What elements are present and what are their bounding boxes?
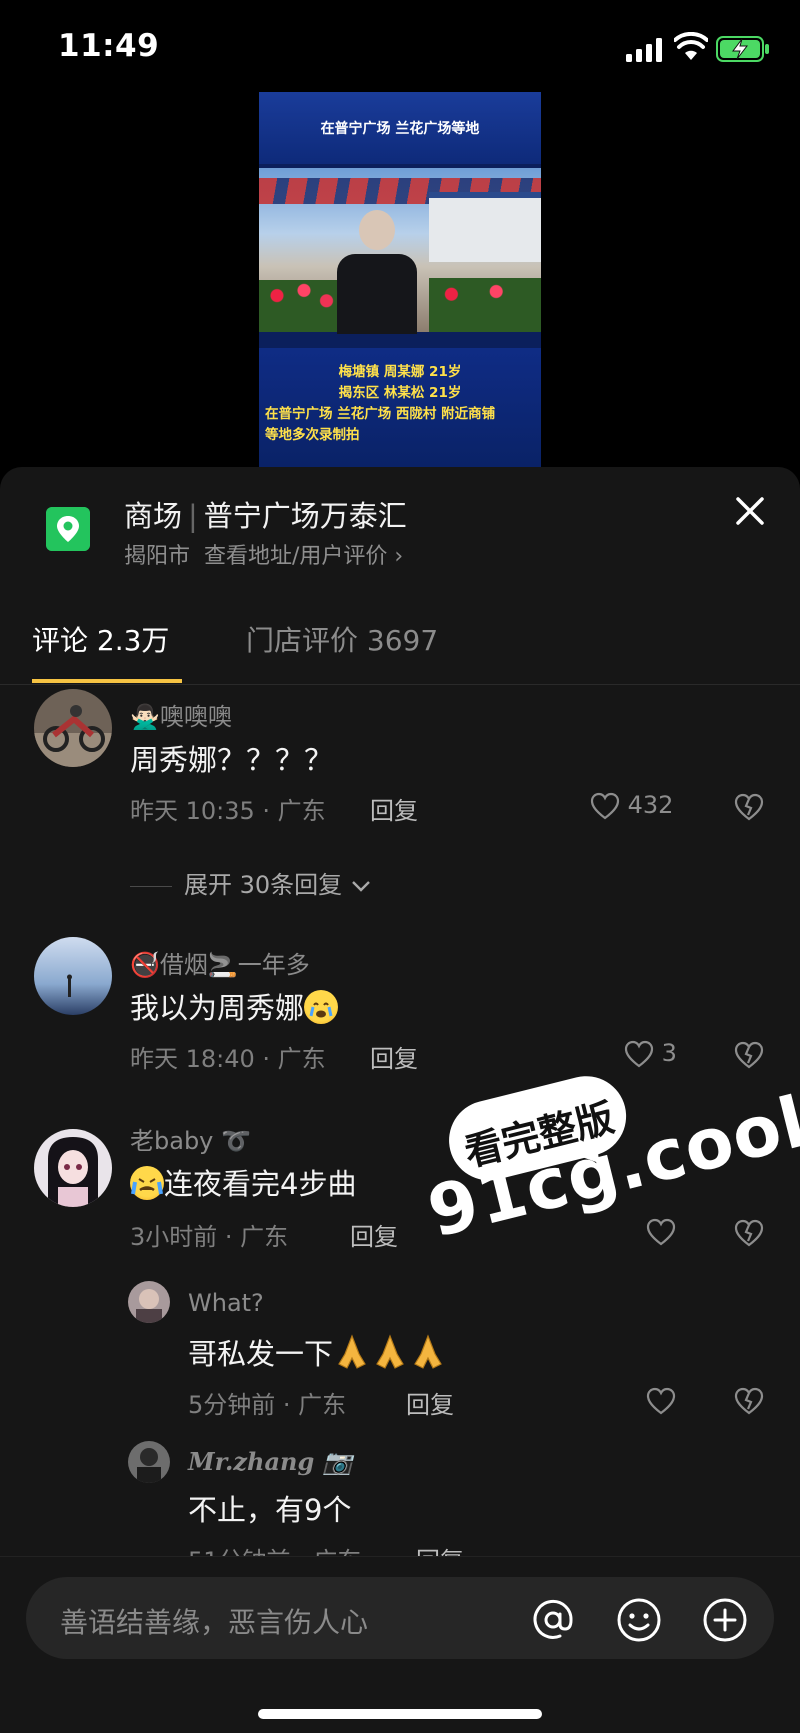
location-pin-icon — [46, 507, 90, 551]
comment-author[interactable]: 老baby ➰ — [130, 1121, 251, 1156]
avatar[interactable] — [34, 689, 112, 767]
folded-hands-emoji-icon — [409, 1334, 447, 1370]
comment-meta: 3小时前 · 广东 — [130, 1223, 289, 1251]
battery-charging-icon — [716, 36, 769, 62]
folded-hands-emoji-icon — [333, 1334, 371, 1370]
dislike-icon[interactable] — [734, 1387, 764, 1415]
tab-comments[interactable]: 评论 2.3万 — [32, 619, 169, 659]
reply-text-content: 哥私发一下 — [188, 1337, 334, 1371]
comment-input[interactable]: 善语结善缘，恶言伤人心 — [26, 1577, 774, 1659]
reply-meta: 5分钟前 · 广东 — [188, 1391, 347, 1419]
emoji-smile-icon[interactable] — [616, 1597, 662, 1643]
tab-store-reviews[interactable]: 门店评价 3697 — [246, 619, 438, 659]
location-name: 普宁广场万泰汇 — [203, 499, 407, 533]
reply-author[interactable]: What? — [188, 1289, 264, 1317]
avatar[interactable] — [34, 937, 112, 1015]
heart-icon — [590, 792, 620, 820]
active-tab-indicator — [32, 679, 182, 683]
folded-hands-emoji-icon — [371, 1334, 409, 1370]
heart-icon[interactable] — [646, 1387, 676, 1415]
tab-bar: 评论 2.3万 门店评价 3697 — [0, 599, 800, 685]
comment-text-content: 我以为周秀娜 — [130, 991, 305, 1025]
comment-author[interactable]: 🚭借烟🚬一年多 — [130, 945, 310, 980]
video-info-panel: 梅塘镇 周某娜 21岁 揭东区 林某松 21岁 在普宁广场 兰花广场 西陇村 附… — [259, 348, 541, 470]
expand-replies-label: 展开 30条回复 — [184, 871, 343, 899]
video-banner: 在普宁广场 兰花广场等地 — [259, 92, 541, 164]
reply-text: 哥私发一下 — [188, 1331, 447, 1373]
reply-text: 不止，有9个 — [188, 1493, 352, 1527]
dislike-icon[interactable] — [734, 793, 764, 821]
avatar[interactable] — [128, 1441, 170, 1483]
chevron-down-icon — [351, 881, 370, 892]
video-info-line: 在普宁广场 兰花广场 西陇村 附近商铺 — [265, 406, 496, 422]
dislike-icon[interactable] — [734, 1041, 764, 1069]
reply-button[interactable]: 回复 — [350, 1217, 398, 1252]
close-icon[interactable] — [730, 491, 770, 531]
like-button[interactable]: 432 — [590, 791, 673, 820]
video-caption: 在普宁广场 兰花广场等地 — [320, 121, 480, 137]
comment-input-placeholder: 善语结善缘，恶言伤人心 — [60, 1606, 369, 1639]
reply-button[interactable]: 回复 — [370, 1039, 418, 1074]
crying-face-emoji-icon — [304, 990, 339, 1024]
location-link[interactable]: 查看地址/用户评价 › — [204, 544, 403, 569]
divider — [130, 885, 172, 887]
heart-icon — [646, 1218, 676, 1246]
cellular-signal-icon — [626, 38, 662, 62]
like-button[interactable]: 3 — [624, 1039, 677, 1068]
video-info-line: 等地多次录制拍 — [265, 427, 360, 443]
comment-meta: 昨天 10:35 · 广东 — [130, 797, 326, 825]
add-plus-icon[interactable] — [702, 1597, 748, 1643]
comment-sheet: 商场 | 普宁广场万泰汇 揭阳市 查看地址/用户评价 › 评论 2.3万 门店评价 … — [0, 467, 800, 1733]
reply-button[interactable]: 回复 — [370, 791, 418, 826]
comment-text-content: 连夜看完4步曲 — [164, 1167, 357, 1201]
reply-author[interactable]: Mr.zhang 📷 — [188, 1447, 352, 1476]
reply-button[interactable]: 回复 — [406, 1385, 454, 1420]
status-time: 11:49 — [58, 28, 160, 64]
location-subtitle[interactable]: 揭阳市 查看地址/用户评价 › — [124, 538, 403, 570]
comment-text: 我以为周秀娜 — [130, 985, 339, 1027]
dislike-icon[interactable] — [734, 1219, 764, 1247]
comment-text: 周秀娜？？？？ — [130, 743, 334, 777]
video-info-line: 梅塘镇 周某娜 21岁 — [338, 364, 462, 380]
wifi-icon — [674, 32, 708, 60]
like-count: 3 — [661, 1039, 677, 1067]
like-count: 432 — [627, 791, 674, 819]
avatar[interactable] — [34, 1129, 112, 1207]
comment-input-bar: 善语结善缘，恶言伤人心 — [0, 1556, 800, 1733]
location-title[interactable]: 商场 | 普宁广场万泰汇 — [124, 493, 407, 535]
comment-author[interactable]: 🙅🏻‍♂️噢噢噢 — [130, 697, 232, 732]
location-city: 揭阳市 — [124, 544, 191, 569]
title-separator: | — [188, 499, 198, 533]
video-frame — [259, 168, 541, 334]
comment-text: 连夜看完4步曲 — [130, 1161, 356, 1203]
expand-replies-button[interactable]: 展开 30条回复 — [130, 865, 372, 900]
comment-meta: 昨天 18:40 · 广东 — [130, 1045, 326, 1073]
status-bar: 11:49 — [0, 0, 800, 100]
like-button[interactable] — [646, 1217, 676, 1246]
location-category: 商场 — [124, 499, 183, 533]
video-info-line: 揭东区 林某松 21岁 — [338, 385, 462, 401]
video-player[interactable]: 在普宁广场 兰花广场等地 梅塘镇 周某娜 21岁 揭东区 林某松 21岁 在普宁… — [259, 92, 541, 470]
avatar[interactable] — [128, 1281, 170, 1323]
home-indicator[interactable] — [258, 1709, 542, 1719]
heart-icon — [624, 1040, 654, 1068]
at-mention-icon[interactable] — [530, 1597, 576, 1643]
crying-face-emoji-icon — [130, 1166, 164, 1200]
